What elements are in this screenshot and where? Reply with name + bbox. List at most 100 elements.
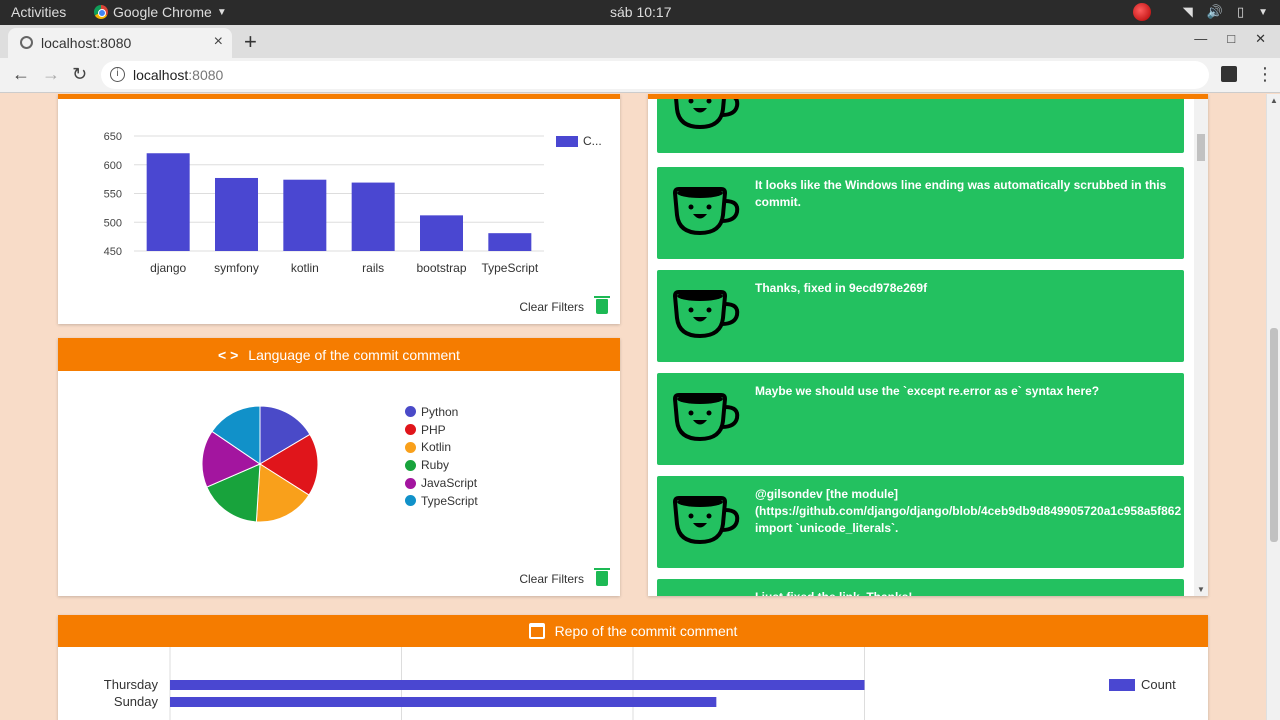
bar-bootstrap[interactable] [420,215,463,251]
bar-thursday[interactable] [170,680,865,690]
menu-icon[interactable]: ⋮ [1256,64,1274,85]
clear-filters-button[interactable]: Clear Filters [519,568,610,586]
legend-label: PHP [421,422,446,437]
legend-swatch [1109,678,1135,691]
legend-item-javascript[interactable]: JavaScript [405,474,478,492]
comment-list[interactable]: It looks like the Windows line ending wa… [648,94,1208,596]
comment-text: I just fixed the link. Thanks! [755,589,1180,596]
reload-icon[interactable]: ↻ [72,64,87,85]
bar-sunday[interactable] [170,697,717,707]
coffee-cup-icon [669,179,741,239]
legend-dot [405,441,416,453]
comment-item[interactable]: Thanks, fixed in 9ecd978e269f [657,270,1184,362]
info-icon[interactable]: i [110,67,125,82]
repo-card: Repo of the commit comment Thursday Sunda… [58,615,1208,720]
pie-chart[interactable] [200,404,320,524]
code-icon: < > [218,346,239,363]
legend-label: C... [583,134,602,148]
bar-django[interactable] [146,153,190,251]
y-tick-label: 550 [104,189,122,201]
legend-item-php[interactable]: PHP [405,421,478,439]
bar-legend: C... [556,134,602,148]
legend-label: Kotlin [421,440,452,455]
y-tick-label: 600 [104,160,122,172]
clock[interactable]: sáb 10:17 [610,4,672,20]
x-tick-label: django [150,261,186,275]
clear-filters-button[interactable]: Clear Filters [519,296,610,314]
repo-bar-chart: Thursday Sunday [104,647,865,720]
x-tick-label: symfony [214,261,259,275]
scroll-down-icon[interactable]: ▼ [1197,585,1205,594]
bar-chart: 650 600 550 500 450 django symfony kotlin rails b… [104,131,544,275]
comment-text: It looks like the Windows line ending wa… [755,178,1167,209]
bar-typescript[interactable] [488,233,532,251]
coffee-cup-icon [669,385,741,445]
coffee-cup-icon [669,99,741,133]
bar-symfony[interactable] [215,177,258,251]
chevron-down-icon: ▼ [216,6,227,18]
y-tick-label: 500 [104,217,122,229]
volume-icon: 🔊 [1206,4,1223,19]
scroll-thumb[interactable] [1197,134,1205,161]
legend-label: Ruby [421,458,450,473]
legend-dot [405,406,416,418]
language-card-title: Language of the commit comment [248,346,460,363]
window-controls: — □ ✕ [1194,31,1266,47]
clear-filters-label: Clear Filters [519,571,584,586]
tab-title: localhost:8080 [41,35,132,51]
maximize-icon[interactable]: □ [1227,31,1235,47]
app-menu[interactable]: Google Chrome ▼ [94,4,227,20]
tab-strip: localhost:8080 × + — □ ✕ [0,25,1280,58]
bar-rails[interactable] [351,182,395,251]
address-bar[interactable]: i localhost:8080 [101,61,1209,89]
extension-icon[interactable] [1221,66,1237,82]
comment-item[interactable]: I just fixed the link. Thanks! [657,579,1184,596]
browser-tab[interactable]: localhost:8080 × [8,28,232,58]
url-text: localhost:8080 [133,67,224,83]
activities-button[interactable]: Activities [11,4,66,20]
os-top-bar: Activities Google Chrome ▼ sáb 10:17 ◥ 🔊… [0,0,1280,25]
legend-item-typescript[interactable]: TypeScript [405,492,478,510]
legend-label: TypeScript [421,493,478,508]
legend-dot [405,459,416,471]
x-tick-label: kotlin [291,261,319,275]
battery-icon: ▯ [1236,4,1245,19]
legend-dot [405,424,416,436]
legend-swatch [556,135,578,147]
x-tick-label: bootstrap [416,261,466,275]
x-tick-label: rails [362,261,384,275]
legend-label: Count [1141,677,1176,692]
coffee-cup-icon [669,488,741,548]
system-tray[interactable]: ◥ 🔊 ▯ ▼ [1132,3,1268,21]
legend-dot [405,477,416,489]
page-content: 650 600 550 500 450 django symfony kotlin rails b… [0,94,1280,720]
back-icon[interactable]: ← [12,64,30,85]
legend-item-python[interactable]: Python [405,403,478,421]
minimize-icon[interactable]: — [1194,31,1207,47]
comment-item[interactable] [657,99,1184,153]
calendar-icon [528,623,545,639]
legend-label: Python [421,404,459,419]
comment-item[interactable]: @gilsondev [the module] (https://github.… [657,476,1184,568]
close-window-icon[interactable]: ✕ [1255,31,1266,47]
forward-icon[interactable]: → [42,64,60,85]
record-icon[interactable] [1132,3,1151,21]
new-tab-button[interactable]: + [244,29,257,55]
comment-list-scrollbar[interactable]: ▼ [1194,99,1208,596]
legend-item-ruby[interactable]: Ruby [405,456,478,474]
y-tick-label: 650 [104,131,122,143]
scroll-thumb[interactable] [1270,328,1278,542]
close-tab-icon[interactable]: × [214,33,223,51]
repo-legend: Count [1109,677,1176,692]
comment-item[interactable]: Maybe we should use the `except re.error… [657,373,1184,465]
legend-item-kotlin[interactable]: Kotlin [405,439,478,457]
scroll-up-icon[interactable]: ▲ [1270,96,1278,105]
legend-dot [405,495,416,507]
y-tick-label: 450 [104,246,122,258]
page-scrollbar[interactable]: ▲ [1266,94,1280,720]
language-card: < > Language of the commit comment Pytho… [58,338,620,596]
navigation-bar: ← → ↻ i localhost:8080 ⋮ [0,58,1280,93]
bar-kotlin[interactable] [283,179,327,251]
comment-item[interactable]: It looks like the Windows line ending wa… [657,167,1184,259]
globe-icon [20,36,33,49]
